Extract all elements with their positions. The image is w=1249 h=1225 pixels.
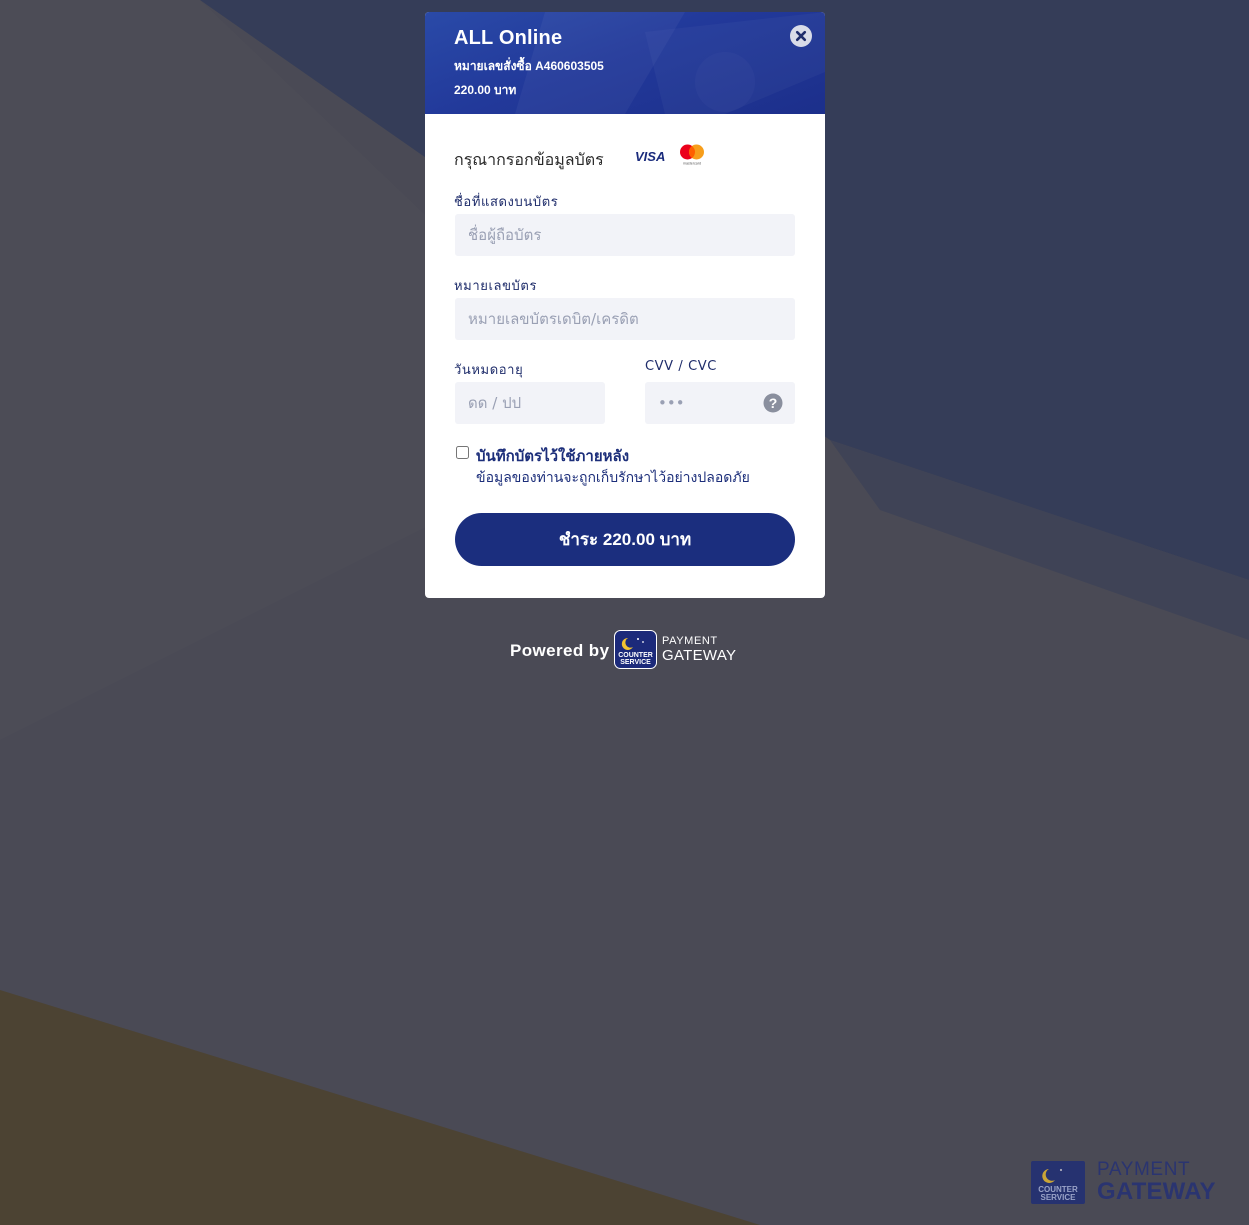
visa-logo: VISA [635,149,665,163]
watermark-logo-line2: SERVICE [1041,1193,1077,1202]
form-title: กรุณากรอกข้อมูลบัตร [454,150,604,169]
save-card-checkbox[interactable] [456,446,469,459]
gateway-label-top: PAYMENT [662,635,718,647]
pay-button[interactable]: ชำระ 220.00 บาท [455,513,795,566]
close-icon [791,26,811,46]
counter-service-line2: SERVICE [620,659,651,666]
expiry-label: วันหมดอายุ [454,363,524,378]
mastercard-logo: mastercard [680,144,704,166]
powered-by-text: Powered by [510,641,610,660]
watermark-logo: COUNTER SERVICE [1031,1161,1085,1204]
cardholder-name-label: ชื่อที่แสดงบนบัตร [454,195,559,210]
card-number-input[interactable] [455,298,795,340]
cvv-label: CVV / CVC [645,359,717,374]
save-card-subtitle: ข้อมูลของท่านจะถูกเก็บรักษาไว้อย่างปลอดภ… [476,470,750,486]
watermark-text-bottom: GATEWAY [1097,1178,1216,1205]
gateway-label-bottom: GATEWAY [662,647,737,664]
mastercard-wordmark: mastercard [683,162,701,166]
cardholder-name-input[interactable] [455,214,795,256]
svg-text:?: ? [769,395,778,411]
order-amount: 220.00 บาท [454,83,517,97]
save-card-title[interactable]: บันทึกบัตรไว้ใช้ภายหลัง [476,444,629,468]
expiry-input[interactable] [455,382,605,424]
merchant-name: ALL Online [454,27,563,49]
counter-service-logo: COUNTER SERVICE [614,630,657,669]
help-icon[interactable]: ? [763,393,783,413]
close-button[interactable] [790,25,812,47]
counter-service-line1: COUNTER [618,652,653,659]
modal-header: ALL Online หมายเลขสั่งซื้อ A460603505 22… [425,12,825,114]
visa-logo-text: VISA [635,149,665,163]
payment-modal: ALL Online หมายเลขสั่งซื้อ A460603505 22… [425,12,825,598]
order-number: หมายเลขสั่งซื้อ A460603505 [454,59,604,73]
card-number-label: หมายเลขบัตร [454,279,538,294]
